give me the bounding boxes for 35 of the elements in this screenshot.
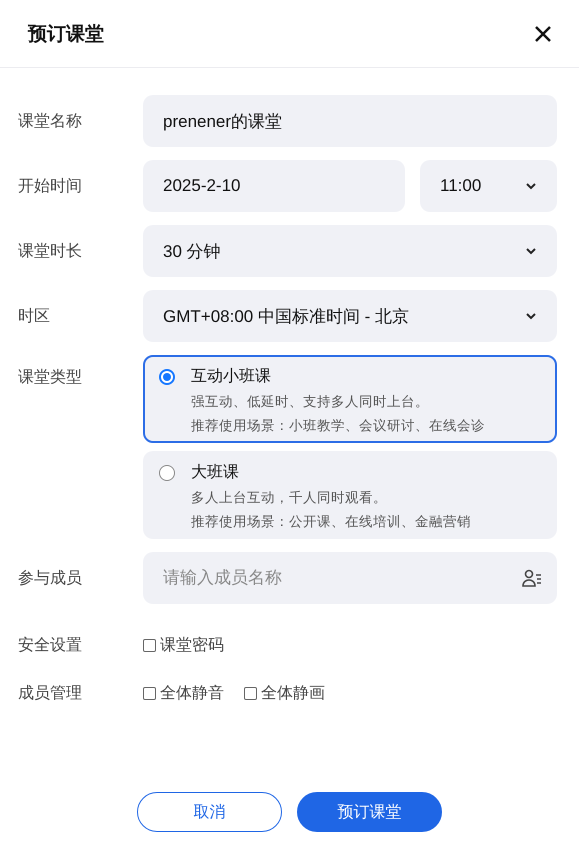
field-label: 课堂类型 [18,368,83,388]
option-checkbox[interactable]: 全体静音 [143,683,224,704]
field-label: 开始时间 [18,176,83,196]
option-scenarios: 推荐使用场景：公开课、在线培训、金融营销 [191,513,472,531]
timezone-select[interactable]: GMT+08:00 中国标准时间 - 北京 [143,290,557,342]
chevron-down-icon [525,247,537,255]
field-label: 参与成员 [18,568,83,588]
duration-select[interactable]: 30 分钟 [143,225,557,277]
option-description: 强互动、低延时、支持多人同时上台。 [191,393,430,411]
book-button[interactable]: 预订课堂 [297,792,442,832]
time-select[interactable]: 11:00 [420,160,557,212]
contacts-icon[interactable] [522,569,542,587]
date-field[interactable]: 2025-2-10 [143,160,405,212]
option-title: 大班课 [191,462,240,483]
field-label: 安全设置 [18,636,83,656]
dialog-title: 预订课堂 [28,22,104,46]
option-description: 多人上台互动，千人同时观看。 [191,489,388,507]
password-checkbox[interactable]: 课堂密码 [143,635,224,656]
class-type-option[interactable]: 互动小班课 强互动、低延时、支持多人同时上台。 推荐使用场景：小班教学、会议研讨、在线会诊 [143,355,557,443]
field-label: 时区 [18,306,51,326]
close-button[interactable] [533,24,553,44]
radio-button[interactable] [159,369,175,385]
radio-button[interactable] [159,465,175,481]
field-label: 成员管理 [18,684,83,704]
option-title: 互动小班课 [191,366,272,387]
class-type-option[interactable]: 大班课 多人上台互动，千人同时观看。 推荐使用场景：公开课、在线培训、金融营销 [143,451,557,539]
member-search-field[interactable]: 请输入成员名称 [143,552,557,604]
class-name-field[interactable]: prenener的课堂 [143,95,557,147]
option-scenarios: 推荐使用场景：小班教学、会议研讨、在线会诊 [191,417,486,435]
field-label: 课堂时长 [18,242,83,262]
option-checkbox[interactable]: 全体静画 [244,683,325,704]
chevron-down-icon [525,182,537,190]
field-label: 课堂名称 [18,112,83,132]
cancel-button[interactable]: 取消 [137,792,282,832]
chevron-down-icon [525,312,537,320]
